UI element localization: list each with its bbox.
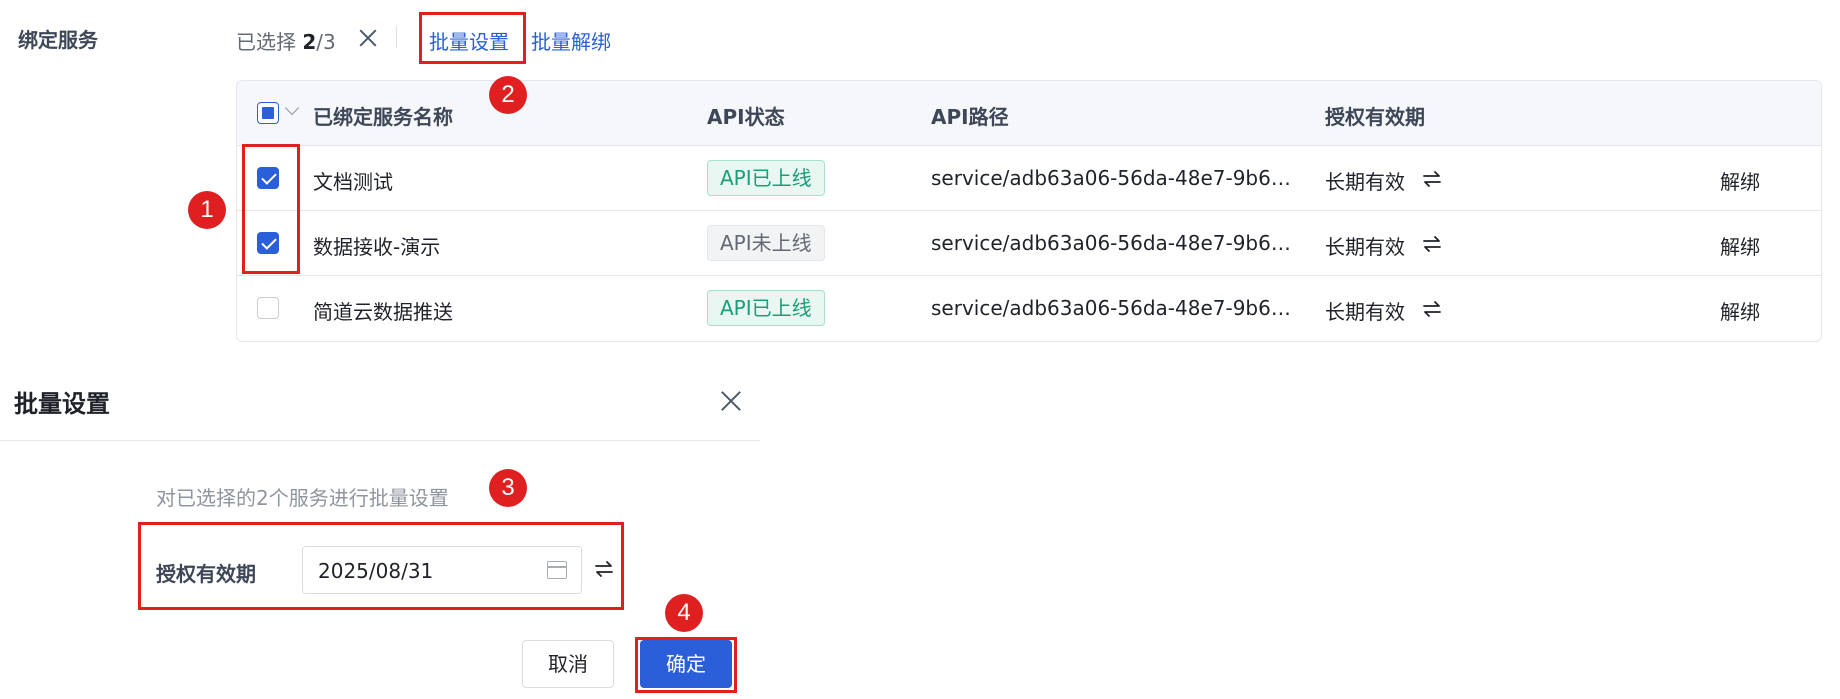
annotation-box-batch-settings	[419, 12, 526, 64]
column-header-name: 已绑定服务名称	[313, 105, 453, 129]
status-badge: API已上线	[707, 290, 825, 326]
select-all-checkbox[interactable]	[257, 102, 279, 124]
api-path: service/adb63a06-56da-48e7-9b6c-c...	[931, 231, 1301, 255]
annotation-marker-1: 1	[188, 191, 226, 229]
clear-selection-close-icon[interactable]	[357, 27, 379, 49]
unbind-link[interactable]: 解绑	[1720, 296, 1760, 325]
annotation-box-checkboxes	[242, 144, 300, 274]
dialog-divider	[0, 440, 760, 441]
selection-count: 已选择 2/3	[236, 26, 336, 55]
batch-unbind-link[interactable]: 批量解绑	[531, 26, 611, 55]
api-path: service/adb63a06-56da-48e7-9b6c-c...	[931, 296, 1301, 320]
service-name: 简道云数据推送	[313, 300, 453, 324]
chevron-down-icon[interactable]	[284, 100, 300, 116]
table-header: 已绑定服务名称 API状态 API路径 授权有效期	[237, 81, 1821, 146]
dialog-description: 对已选择的2个服务进行批量设置	[156, 486, 449, 510]
selection-prefix: 已选择	[236, 30, 303, 54]
swap-icon[interactable]	[1421, 234, 1443, 254]
service-name: 文档测试	[313, 170, 393, 194]
annotation-marker-3: 3	[489, 469, 527, 507]
service-name: 数据接收-演示	[313, 235, 441, 259]
annotation-box-confirm	[635, 637, 737, 693]
bound-services-table: 已绑定服务名称 API状态 API路径 授权有效期 文档测试 API已上线 se…	[236, 80, 1822, 342]
selected-count: 2	[302, 30, 317, 54]
unbind-link[interactable]: 解绑	[1720, 166, 1760, 195]
swap-icon[interactable]	[1421, 299, 1443, 319]
auth-validity: 长期有效	[1325, 170, 1405, 194]
dialog-title: 批量设置	[14, 390, 110, 418]
annotation-box-date-field	[138, 522, 624, 610]
column-header-api-path: API路径	[931, 105, 1009, 129]
column-header-auth-validity: 授权有效期	[1325, 105, 1425, 129]
dialog-close-icon[interactable]	[718, 388, 744, 414]
unbind-link[interactable]: 解绑	[1720, 231, 1760, 260]
api-path: service/adb63a06-56da-48e7-9b6c-c...	[931, 166, 1301, 190]
swap-icon[interactable]	[1421, 169, 1443, 189]
column-header-api-status: API状态	[707, 105, 785, 129]
cancel-button[interactable]: 取消	[522, 640, 614, 688]
table-row: 简道云数据推送 API已上线 service/adb63a06-56da-48e…	[237, 276, 1821, 341]
status-badge: API已上线	[707, 160, 825, 196]
auth-validity: 长期有效	[1325, 235, 1405, 259]
selected-total: /3	[316, 30, 336, 54]
status-badge: API未上线	[707, 225, 825, 261]
toolbar-divider	[396, 26, 397, 48]
section-label: 绑定服务	[18, 28, 98, 52]
annotation-marker-4: 4	[665, 594, 703, 632]
table-row: 文档测试 API已上线 service/adb63a06-56da-48e7-9…	[237, 146, 1821, 211]
row-checkbox[interactable]	[257, 297, 279, 319]
annotation-marker-2: 2	[489, 76, 527, 114]
table-row: 数据接收-演示 API未上线 service/adb63a06-56da-48e…	[237, 211, 1821, 276]
auth-validity: 长期有效	[1325, 300, 1405, 324]
